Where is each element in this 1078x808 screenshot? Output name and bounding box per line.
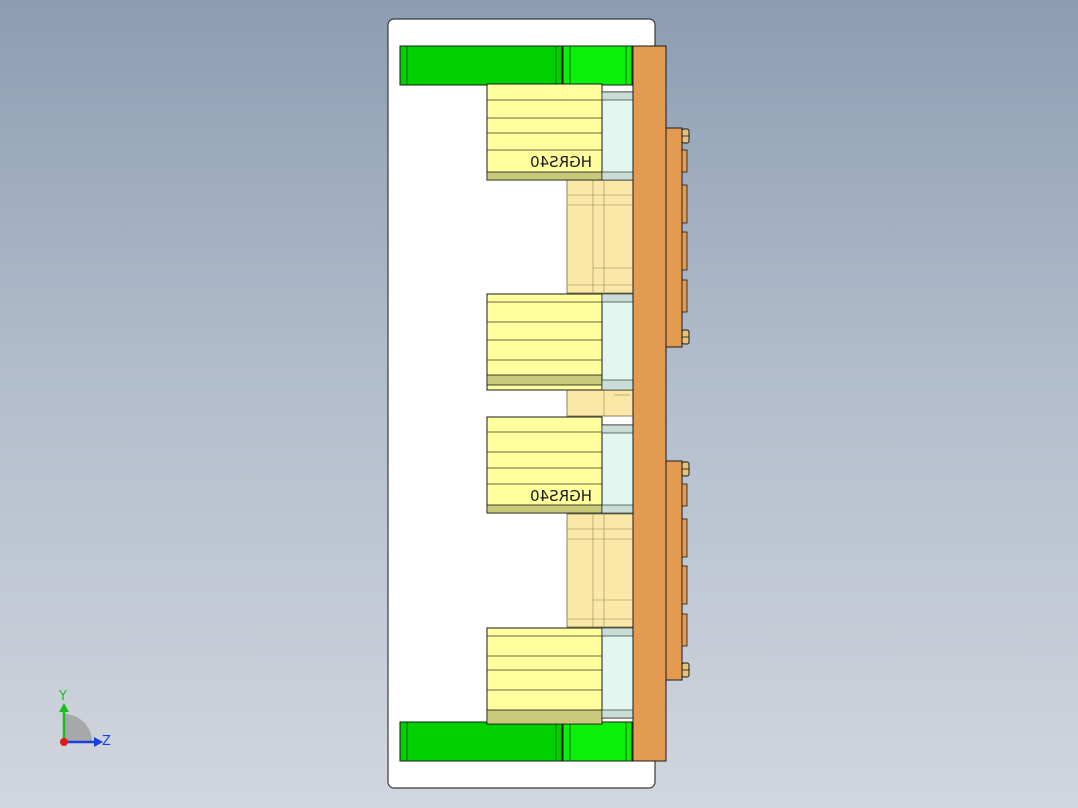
triad-quadrant xyxy=(64,714,92,742)
cad-viewport[interactable]: HGRS40 HGRS40 Y Z xyxy=(0,0,1078,808)
y-axis-arrow xyxy=(59,703,69,712)
y-axis-label: Y xyxy=(58,689,67,704)
bolt-1 xyxy=(681,128,690,144)
block-1-label: HGRS40 xyxy=(530,153,592,171)
mount-bracket-lower xyxy=(665,460,688,681)
cover-section-1 xyxy=(566,179,634,294)
bottom-clamp xyxy=(399,721,633,762)
guide-block-4[interactable] xyxy=(486,627,634,725)
axis-triad: Y Z xyxy=(58,689,111,749)
block-3-label: HGRS40 xyxy=(530,487,592,505)
base-plate xyxy=(632,45,667,762)
bolt-3 xyxy=(681,461,690,477)
mount-bracket-upper xyxy=(665,127,688,348)
z-axis-label: Z xyxy=(102,734,111,749)
top-clamp xyxy=(399,45,633,86)
guide-block-2[interactable] xyxy=(486,293,634,391)
bolt-4 xyxy=(681,662,690,678)
origin-dot xyxy=(60,738,68,746)
cover-section-3 xyxy=(566,513,634,628)
bolt-2 xyxy=(681,329,690,345)
cover-section-2 xyxy=(566,389,634,417)
